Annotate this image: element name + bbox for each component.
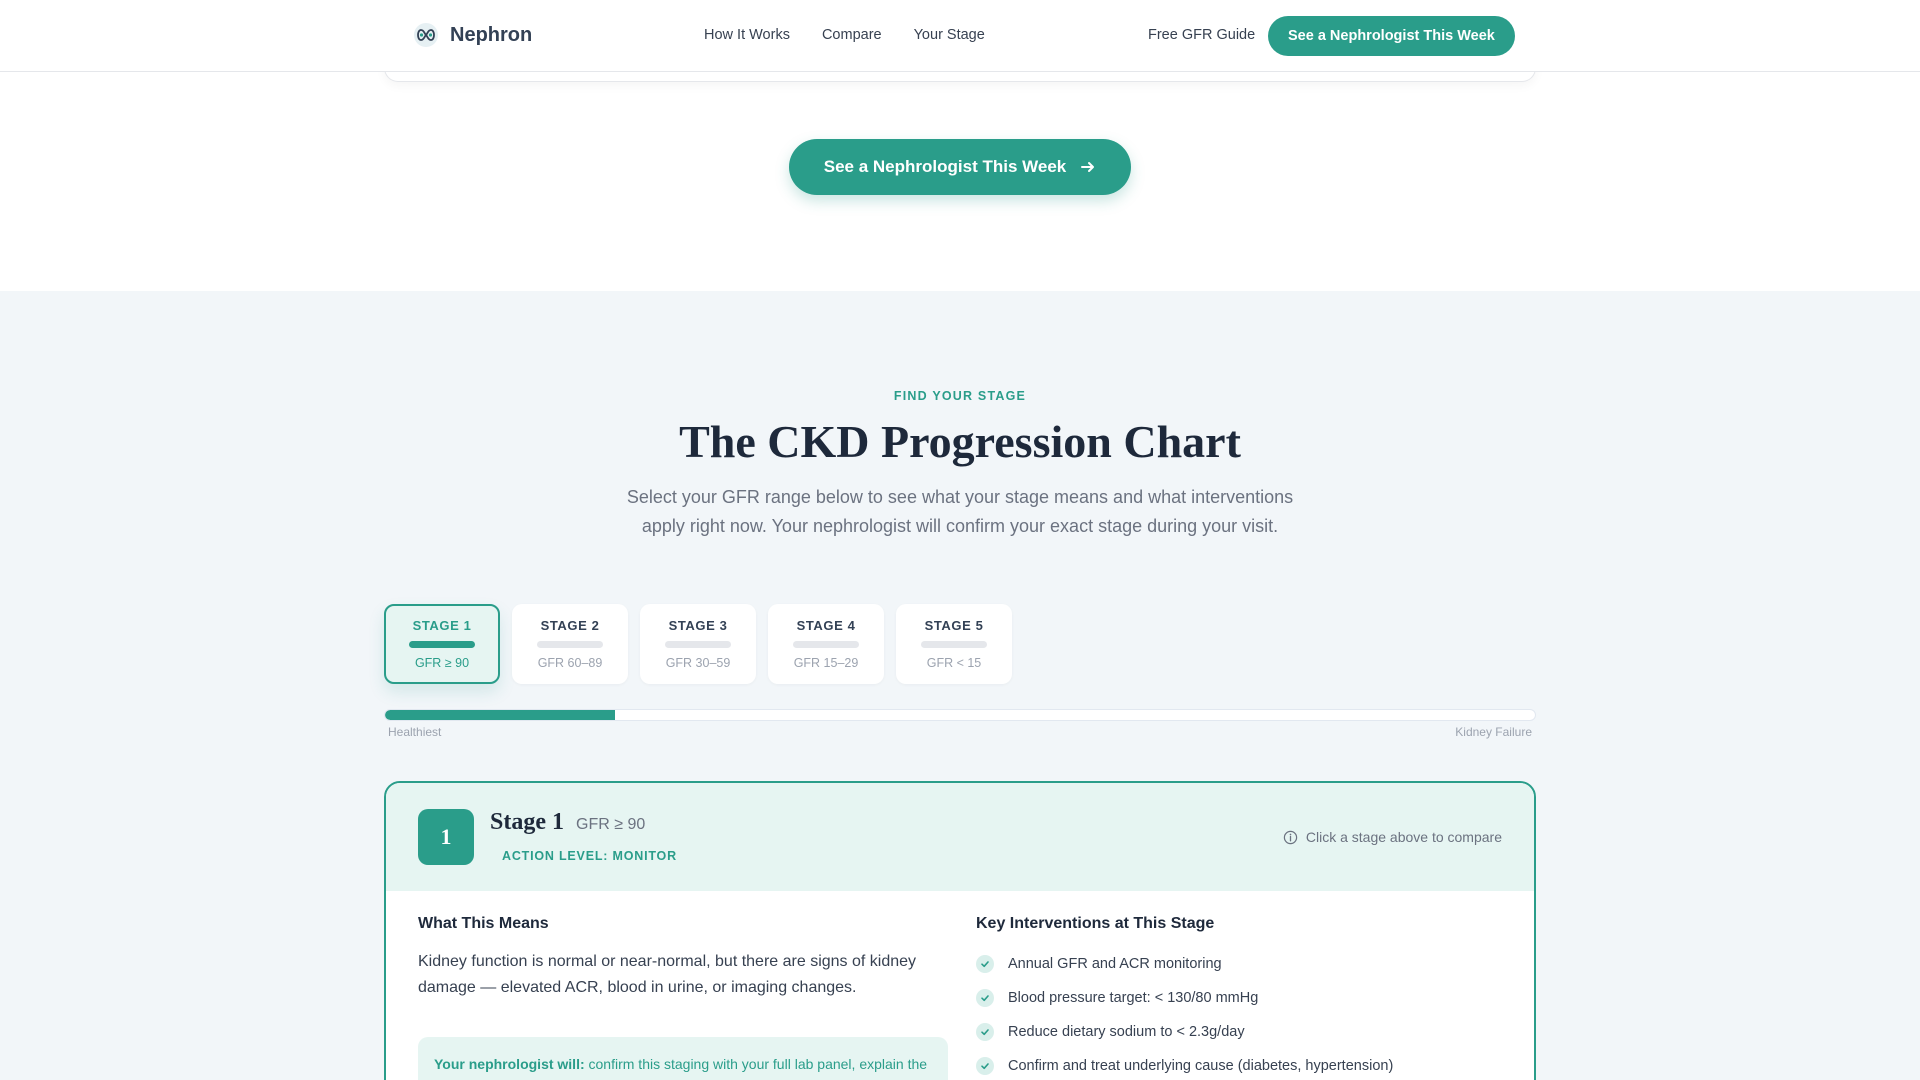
section-subtitle: Select your GFR range below to see what … (626, 487, 1294, 536)
stage-tabs: STAGE 1 GFR ≥ 90 STAGE 2 GFR 60–89 STAGE… (384, 604, 1012, 684)
intervention-text: Confirm and treat underlying cause (diab… (1008, 1058, 1394, 1074)
compare-hint: Click a stage above to compare (1283, 829, 1502, 845)
stage-detail-header: 1 Stage 1 GFR ≥ 90 ACTION LEVEL: MONITOR… (386, 783, 1534, 891)
what-this-means-heading: What This Means (418, 915, 549, 932)
brand[interactable]: Nephron (412, 21, 532, 49)
stage-tab-label: STAGE 3 (668, 618, 728, 633)
stage-tab-5[interactable]: STAGE 5 GFR < 15 (896, 604, 1012, 684)
stage-progress-bar (384, 709, 1536, 721)
nav-your-stage[interactable]: Your Stage (914, 27, 985, 43)
stage-detail-card: 1 Stage 1 GFR ≥ 90 ACTION LEVEL: MONITOR… (384, 781, 1536, 1080)
scale-label-healthiest: Healthiest (388, 725, 442, 739)
stage-tab-label: STAGE 4 (796, 618, 856, 633)
stage-tab-4[interactable]: STAGE 4 GFR 15–29 (768, 604, 884, 684)
site-header: Nephron How It Works Compare Your Stage … (0, 0, 1920, 72)
stage-tab-label: STAGE 2 (540, 618, 600, 633)
stage-tab-label: STAGE 1 (412, 618, 472, 633)
header-cta-button[interactable]: See a Nephrologist This Week (1268, 16, 1515, 56)
stage-tab-3[interactable]: STAGE 3 GFR 30–59 (640, 604, 756, 684)
stage-tab-gfr: GFR ≥ 90 (414, 656, 470, 670)
nav-how-it-works[interactable]: How It Works (704, 27, 790, 43)
stage-tab-indicator (793, 641, 859, 648)
list-item: Reduce dietary sodium to < 2.3g/day (976, 1015, 1506, 1049)
nephrologist-callout: Your nephrologist will: confirm this sta… (418, 1037, 948, 1080)
stage-tab-1[interactable]: STAGE 1 GFR ≥ 90 (384, 604, 500, 684)
stage-tab-gfr: GFR < 15 (926, 656, 982, 670)
section-title: The CKD Progression Chart (679, 416, 1241, 467)
what-this-means-column: What This Means Kidney function is norma… (418, 915, 948, 1080)
what-this-means-text: Kidney function is normal or near-normal… (418, 953, 917, 996)
stage-tab-indicator (409, 641, 475, 648)
interventions-column: Key Interventions at This Stage Annual G… (976, 915, 1506, 1080)
stage-tab-gfr: GFR 15–29 (793, 656, 859, 670)
compare-hint-text: Click a stage above to compare (1305, 829, 1502, 845)
stage-tab-indicator (921, 641, 987, 648)
stage-tab-gfr: GFR 60–89 (537, 656, 603, 670)
stage-tab-gfr: GFR 30–59 (665, 656, 731, 670)
check-icon (976, 1057, 994, 1075)
interventions-list: Annual GFR and ACR monitoring Blood pres… (976, 947, 1506, 1080)
check-icon (976, 989, 994, 1007)
info-icon (1283, 830, 1298, 844)
intervention-text: Blood pressure target: < 130/80 mmHg (1008, 990, 1259, 1006)
nav-compare[interactable]: Compare (822, 27, 882, 43)
list-item: Confirm and treat underlying cause (diab… (976, 1049, 1506, 1080)
brand-name: Nephron (450, 23, 533, 46)
intervention-text: Reduce dietary sodium to < 2.3g/day (1008, 1024, 1245, 1040)
arrow-right-icon (1081, 162, 1095, 172)
list-item: Annual GFR and ACR monitoring (976, 947, 1506, 981)
stage-name: Stage 1 (490, 809, 564, 835)
stage-tab-indicator (665, 641, 731, 648)
action-level-label: ACTION LEVEL: MONITOR (502, 849, 677, 863)
section-eyebrow: FIND YOUR STAGE (893, 389, 1027, 403)
stage-tab-label: STAGE 5 (924, 618, 984, 633)
stage-gfr: GFR ≥ 90 (576, 816, 646, 833)
stage-section: FIND YOUR STAGE The CKD Progression Char… (0, 291, 1920, 1080)
free-gfr-guide-link[interactable]: Free GFR Guide (1148, 27, 1255, 43)
scale-label-kidney-failure: Kidney Failure (1455, 725, 1532, 739)
stage-number-badge: 1 (418, 809, 474, 865)
stage-detail-title: Stage 1 GFR ≥ 90 (490, 809, 645, 836)
stage-tab-2[interactable]: STAGE 2 GFR 60–89 (512, 604, 628, 684)
stage-progress-fill (385, 710, 615, 720)
check-icon (976, 955, 994, 973)
hero-cta-button[interactable]: See a Nephrologist This Week (789, 139, 1131, 195)
list-item: Blood pressure target: < 130/80 mmHg (976, 981, 1506, 1015)
stage-tab-indicator (537, 641, 603, 648)
main-nav: How It Works Compare Your Stage (704, 27, 985, 43)
kidney-logo-icon (414, 23, 438, 47)
interventions-heading: Key Interventions at This Stage (976, 915, 1215, 932)
intervention-text: Annual GFR and ACR monitoring (1008, 956, 1222, 972)
hero-cta-label: See a Nephrologist This Week (823, 157, 1067, 176)
check-icon (976, 1023, 994, 1041)
callout-lead: Your nephrologist will: (434, 1056, 585, 1072)
